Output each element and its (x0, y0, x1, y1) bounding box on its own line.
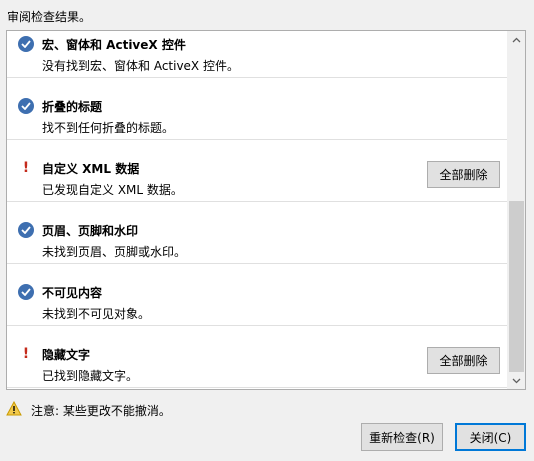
list-item: 折叠的标题 找不到任何折叠的标题。 (7, 78, 510, 140)
exclamation-icon: ! (22, 160, 30, 176)
notice: 注意: 某些更改不能撤消。 (6, 400, 171, 419)
recheck-button[interactable]: 重新检查(R) (361, 423, 443, 451)
item-title: 宏、窗体和 ActiveX 控件 (42, 38, 186, 52)
dialog-header: 审阅检查结果。 (7, 10, 92, 24)
warning-icon (6, 400, 22, 419)
check-icon (18, 222, 34, 238)
notice-text: 注意: 某些更改不能撤消。 (31, 403, 171, 418)
results-list: 宏、窗体和 ActiveX 控件 没有找到宏、窗体和 ActiveX 控件。 折… (7, 31, 510, 388)
list-item: ! 自定义 XML 数据 已发现自定义 XML 数据。 全部删除 (7, 140, 510, 202)
check-icon (18, 36, 34, 52)
item-title: 页眉、页脚和水印 (42, 224, 139, 238)
results-panel: 宏、窗体和 ActiveX 控件 没有找到宏、窗体和 ActiveX 控件。 折… (6, 30, 526, 390)
item-desc: 已发现自定义 XML 数据。 (42, 183, 183, 197)
item-title: 隐藏文字 (42, 348, 91, 362)
exclamation-icon: ! (22, 346, 30, 362)
item-desc: 没有找到宏、窗体和 ActiveX 控件。 (42, 59, 239, 73)
scroll-down-arrow-icon[interactable] (508, 372, 525, 389)
item-title: 不可见内容 (42, 286, 103, 300)
check-icon (18, 98, 34, 114)
list-item: 宏、窗体和 ActiveX 控件 没有找到宏、窗体和 ActiveX 控件。 (7, 31, 510, 78)
item-title: 自定义 XML 数据 (42, 162, 140, 176)
item-title: 折叠的标题 (42, 100, 103, 114)
list-item: 不可见内容 未找到不可见对象。 (7, 264, 510, 326)
item-desc: 未找到页眉、页脚或水印。 (42, 245, 187, 259)
item-desc: 找不到任何折叠的标题。 (42, 121, 175, 135)
scroll-up-arrow-icon[interactable] (508, 31, 525, 48)
item-desc: 未找到不可见对象。 (42, 307, 151, 321)
remove-all-button[interactable]: 全部删除 (427, 347, 500, 374)
remove-all-button[interactable]: 全部删除 (427, 161, 500, 188)
check-icon (18, 284, 34, 300)
vertical-scrollbar[interactable] (507, 31, 525, 389)
list-item: 页眉、页脚和水印 未找到页眉、页脚或水印。 (7, 202, 510, 264)
close-button[interactable]: 关闭(C) (455, 423, 526, 451)
item-desc: 已找到隐藏文字。 (42, 369, 139, 383)
list-item: ! 隐藏文字 已找到隐藏文字。 全部删除 (7, 326, 510, 388)
scrollbar-thumb[interactable] (509, 201, 524, 372)
